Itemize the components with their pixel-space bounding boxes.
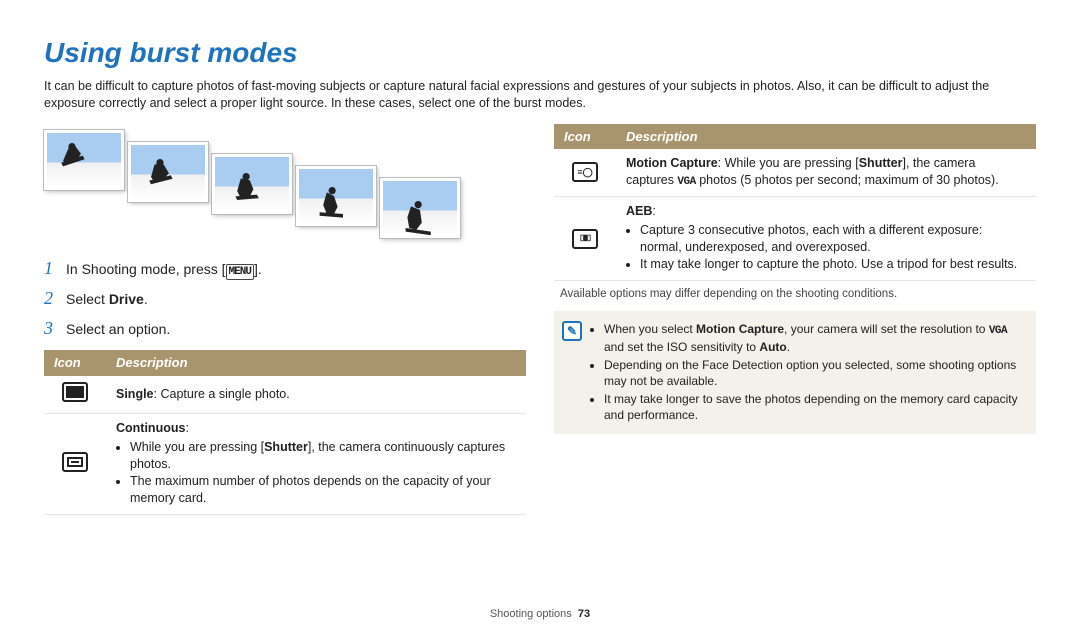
sequence-frame (44, 130, 124, 190)
step-number: 2 (44, 286, 66, 310)
vga-glyph: VGA (989, 324, 1007, 339)
col-icon: Icon (44, 350, 106, 376)
intro-text: It can be difficult to capture photos of… (44, 78, 1036, 112)
col-icon: Icon (554, 124, 616, 150)
step-text: Select Drive. (66, 290, 148, 309)
page-footer: Shooting options 73 (0, 607, 1080, 622)
options-table-left: Icon Description Single: Capture a singl… (44, 350, 526, 515)
sequence-frame (212, 154, 292, 214)
motion-capture-icon (572, 162, 598, 182)
col-description: Description (616, 124, 1036, 150)
sequence-frame (128, 142, 208, 202)
aeb-icon (572, 229, 598, 249)
step-number: 3 (44, 316, 66, 340)
snowboard-sequence (44, 130, 526, 238)
sequence-frame (380, 178, 460, 238)
col-description: Description (106, 350, 526, 376)
table-row: Continuous: While you are pressing [Shut… (44, 413, 526, 514)
page-title: Using burst modes (44, 34, 1036, 72)
note-icon: ✎ (562, 321, 582, 341)
table-row: Motion Capture: While you are pressing [… (554, 149, 1036, 196)
table-row: AEB: Capture 3 consecutive photos, each … (554, 196, 1036, 281)
table-row: Single: Capture a single photo. (44, 376, 526, 413)
footnote: Available options may differ depending o… (560, 287, 1036, 303)
menu-icon: MENU (226, 264, 254, 280)
step-number: 1 (44, 256, 66, 280)
continuous-icon (62, 452, 88, 472)
vga-glyph: VGA (677, 175, 695, 190)
note-box: ✎ When you select Motion Capture, your c… (554, 311, 1036, 434)
step-text: In Shooting mode, press [MENU]. (66, 260, 262, 280)
sequence-frame (296, 166, 376, 226)
options-table-right: Icon Description Motion Capture: While y… (554, 124, 1036, 282)
single-icon (62, 382, 88, 402)
steps-list: 1 In Shooting mode, press [MENU]. 2 Sele… (44, 256, 526, 341)
step-text: Select an option. (66, 320, 170, 339)
